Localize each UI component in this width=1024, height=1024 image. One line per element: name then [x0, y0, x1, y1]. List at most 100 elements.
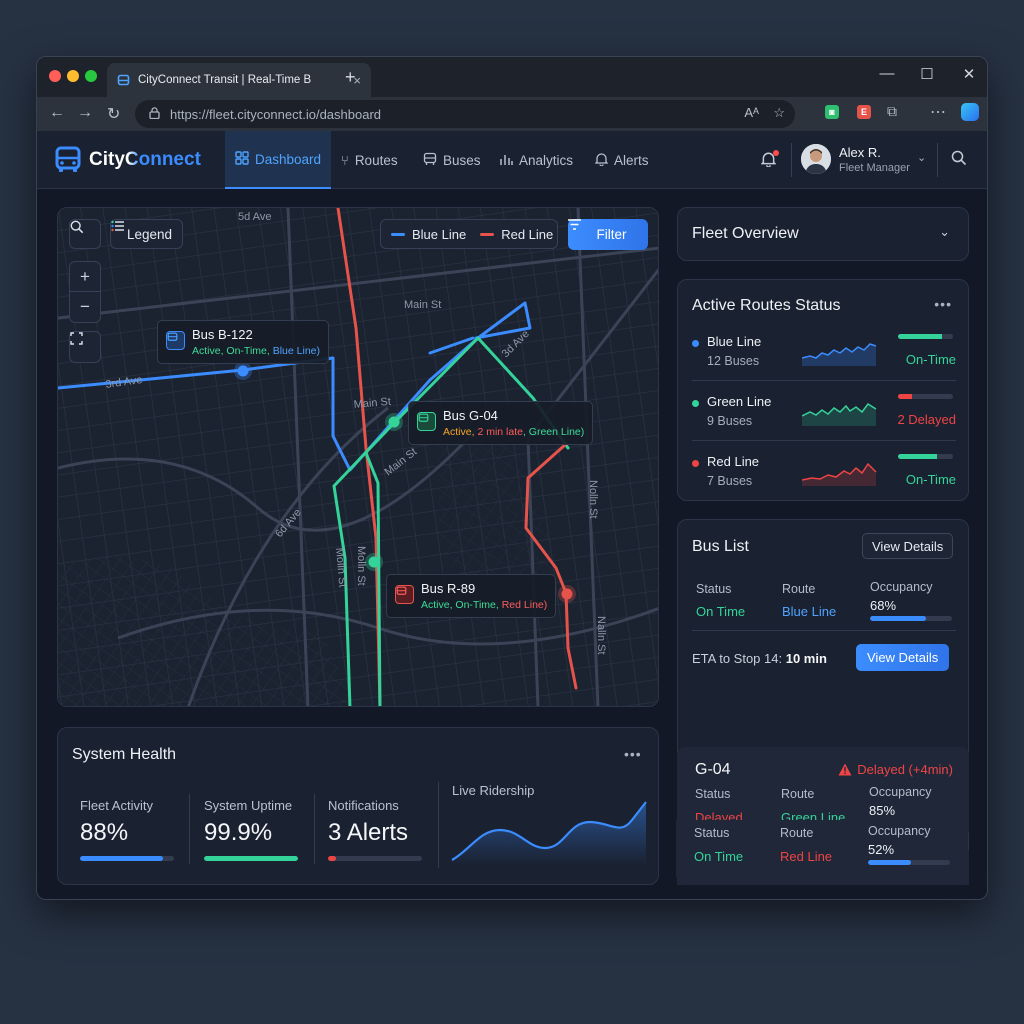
maximize-window-dot[interactable]	[85, 70, 97, 82]
bus-popup-r89[interactable]: Bus R-89 Active, On-Time, Red Line)	[386, 574, 557, 618]
warning-icon	[838, 763, 852, 776]
search-icon	[70, 220, 84, 234]
bus-status-value: On Time	[694, 849, 744, 864]
more-options-icon[interactable]: •••	[624, 746, 642, 762]
nav-analytics[interactable]: Analytics	[499, 131, 573, 189]
bus-id: G-04	[695, 761, 731, 778]
route-col-label: Route	[781, 787, 815, 801]
browser-menu-icon[interactable]: ⋯	[930, 102, 946, 122]
fleet-overview-dropdown[interactable]: Fleet Overview ⌄	[677, 207, 969, 261]
zoom-in-button[interactable]: +	[70, 262, 100, 292]
user-role: Fleet Manager	[839, 162, 910, 174]
browser-tab[interactable]: CityConnect Transit | Real-Time B ×	[107, 63, 371, 97]
eta-text: ETA to Stop 14: 10 min	[692, 651, 827, 666]
filter-button[interactable]: Filter	[568, 219, 648, 250]
line-legend: Blue Line Red Line	[380, 219, 558, 249]
bookmark-star-icon[interactable]: ☆	[773, 105, 785, 120]
bus-list-title: Bus List	[692, 538, 749, 555]
browser-address-bar: ← → ↻ https://fleet.cityconnect.io/dashb…	[37, 97, 987, 131]
url-path: /dashboard	[315, 106, 382, 122]
new-tab-button[interactable]: +	[345, 67, 356, 88]
active-routes-title: Active Routes Status	[692, 297, 841, 314]
route-row-blue[interactable]: Blue Line 12 Buses On-Time	[692, 332, 956, 392]
route-bus-count: 9 Buses	[707, 414, 753, 428]
minimize-window-dot[interactable]	[67, 70, 79, 82]
street-label: 5d Ave	[238, 211, 271, 223]
legend-label: Legend	[127, 226, 173, 242]
legend-button[interactable]: Legend	[110, 219, 184, 249]
metric-label: Notifications	[328, 798, 399, 813]
brand-logo[interactable]: CityConnect	[55, 146, 201, 174]
window-minimize-button[interactable]: —	[875, 65, 899, 82]
bus-route-value: Blue Line	[782, 604, 837, 619]
back-arrow-icon[interactable]: ←	[49, 104, 65, 122]
nav-alerts[interactable]: Alerts	[594, 131, 649, 189]
route-sparkline	[802, 462, 877, 486]
user-avatar[interactable]	[801, 144, 831, 174]
chevron-down-icon[interactable]: ⌄	[917, 151, 926, 164]
notifications-bar	[328, 856, 422, 861]
site-info-icon[interactable]	[149, 106, 160, 122]
system-uptime-bar	[204, 856, 298, 861]
occupancy-col-label: Occupancy	[868, 824, 931, 838]
route-color-dot	[692, 340, 699, 347]
metric-label: System Uptime	[204, 798, 293, 813]
nav-buses-label: Buses	[443, 152, 481, 168]
street-label: Molln St	[355, 546, 367, 586]
view-details-button[interactable]: View Details	[862, 533, 954, 559]
extension-green-icon[interactable]: ◙	[825, 105, 839, 119]
nav-buses[interactable]: Buses	[423, 131, 481, 189]
fullscreen-button[interactable]	[69, 331, 101, 363]
route-col-label: Route	[780, 826, 814, 840]
bus-status: Active, On-Time, Red Line)	[421, 599, 548, 611]
more-options-icon[interactable]: •••	[934, 296, 952, 312]
system-health-panel: System Health ••• Fleet Activity 88% Sys…	[57, 727, 659, 885]
bell-icon	[594, 152, 609, 169]
occupancy-bar	[868, 860, 950, 865]
row-divider	[692, 380, 956, 381]
forward-arrow-icon[interactable]: →	[77, 104, 93, 122]
map-canvas[interactable]: 5d Ave Main St 3rd Ave Main St Main St 3…	[58, 208, 659, 707]
search-icon[interactable]	[951, 150, 967, 170]
route-row-green[interactable]: Green Line 9 Buses 2 Delayed	[692, 392, 956, 452]
window-maximize-button[interactable]: ☐	[915, 65, 939, 83]
extension-red-icon[interactable]: E	[857, 105, 871, 119]
bus-popup-b122[interactable]: Bus B-122 Active, On-Time, Blue Line)	[157, 320, 329, 364]
copilot-icon[interactable]	[961, 103, 979, 121]
metric-divider	[314, 794, 315, 864]
route-row-red[interactable]: Red Line 7 Buses On-Time	[692, 452, 956, 512]
close-window-dot[interactable]	[49, 70, 61, 82]
transit-map[interactable]: 5d Ave Main St 3rd Ave Main St Main St 3…	[57, 207, 659, 707]
bus-favicon-icon	[117, 74, 130, 85]
filter-label: Filter	[596, 227, 627, 242]
map-search-button[interactable]	[69, 219, 101, 249]
route-bus-count: 7 Buses	[707, 474, 753, 488]
route-name: Green Line	[707, 394, 772, 409]
dashboard-content: 5d Ave Main St 3rd Ave Main St Main St 3…	[37, 189, 987, 899]
bus-icon	[417, 412, 436, 431]
notification-dot	[773, 150, 779, 156]
nav-dashboard[interactable]: Dashboard	[225, 131, 332, 189]
extensions-puzzle-icon[interactable]: ⧉	[887, 103, 897, 120]
view-details-primary-button[interactable]: View Details	[856, 644, 950, 671]
metric-fleet-activity: Fleet Activity 88%	[80, 798, 176, 847]
metric-notifications: Notifications 3 Alerts	[328, 798, 424, 847]
chevron-down-icon[interactable]: ⌄	[939, 224, 950, 240]
url-field[interactable]: https://fleet.cityconnect.io/dashboard A…	[135, 100, 795, 128]
system-health-title: System Health	[72, 746, 177, 763]
reader-mode-icon[interactable]: Aᴬ ☆	[744, 105, 785, 121]
bus-popup-g04[interactable]: Bus G-04 Active, 2 min late, Green Line)	[408, 401, 594, 445]
window-close-button[interactable]: ✕	[957, 65, 981, 83]
route-sparkline	[802, 402, 877, 426]
route-status: On-Time	[905, 352, 956, 367]
bus-name: Bus G-04	[443, 408, 498, 423]
occupancy-value: 85%	[869, 803, 896, 818]
reload-icon[interactable]: ↻	[107, 104, 120, 124]
bus-status: Active, On-Time, Blue Line)	[192, 345, 320, 357]
nav-routes[interactable]: ⑂ Routes	[341, 131, 398, 189]
zoom-out-button[interactable]: −	[70, 292, 100, 322]
bus-name: Bus R-89	[421, 581, 476, 596]
bus-route-value: Red Line	[780, 849, 833, 864]
metric-divider	[438, 782, 439, 868]
bus-card-r89-details[interactable]: Status Route Occupancy On Time Red Line …	[676, 820, 968, 883]
